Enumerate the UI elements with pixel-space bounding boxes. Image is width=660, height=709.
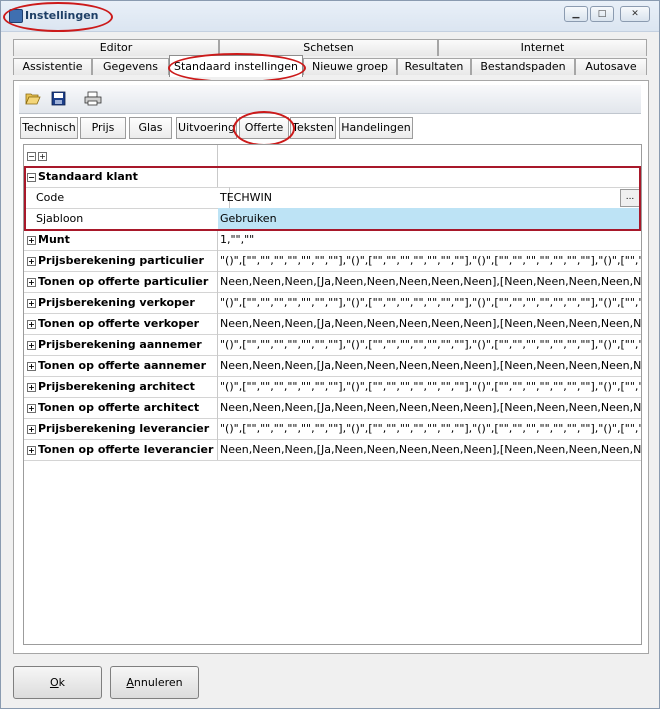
cancel-mnemonic: A	[126, 676, 134, 689]
property-name: Prijsberekening leverancier	[38, 422, 210, 435]
tab-panel: Technisch Prijs Glas Uitvoering Offerte …	[13, 80, 649, 654]
tab-schetsen[interactable]: Schetsen	[219, 39, 438, 56]
tab-internet[interactable]: Internet	[438, 39, 647, 56]
property-name: Tonen op offerte verkoper	[38, 317, 200, 330]
property-row[interactable]: + Prijsberekening verkoper "()",["","","",…	[24, 292, 641, 314]
property-name: Prijsberekening verkoper	[38, 296, 195, 309]
property-name: Code	[24, 187, 230, 208]
property-name: Prijsberekening architect	[38, 380, 195, 393]
expand-icon[interactable]: +	[27, 382, 36, 392]
property-value-sjabloon[interactable]: Gebruiken	[218, 208, 641, 229]
property-value[interactable]: 1,"",""	[218, 229, 641, 250]
code-value: TECHWIN	[220, 191, 272, 204]
toolbar	[19, 85, 641, 114]
property-row[interactable]: + Tonen op offerte aannemer Neen,Neen,Neen…	[24, 355, 641, 377]
property-row[interactable]: + Tonen op offerte architect Neen,Neen,Nee…	[24, 397, 641, 419]
grid-header-value	[218, 145, 641, 166]
property-name: Tonen op offerte aannemer	[38, 359, 207, 372]
property-row[interactable]: + Prijsberekening aannemer "()",["","","",…	[24, 334, 641, 356]
expand-icon[interactable]: +	[27, 235, 36, 245]
property-name: Tonen op offerte architect	[38, 401, 200, 414]
expand-icon[interactable]: +	[27, 424, 36, 434]
property-name: Sjabloon	[24, 208, 230, 229]
subtab-offerte[interactable]: Offerte	[239, 117, 289, 139]
property-row[interactable]: + Tonen op offerte verkoper Neen,Neen,Neen…	[24, 313, 641, 335]
property-value[interactable]: "()",["","","","","","",""],"()",["","",…	[218, 250, 641, 271]
tab-gegevens[interactable]: Gegevens	[92, 58, 169, 75]
collapse-icon[interactable]: −	[27, 172, 36, 182]
grid-header-name: − +	[24, 145, 218, 166]
property-value-code[interactable]: TECHWIN...	[218, 187, 641, 208]
ok-label: k	[58, 676, 66, 689]
property-value[interactable]: Neen,Neen,Neen,[Ja,Neen,Neen,Neen,Neen,N…	[218, 355, 641, 376]
property-value[interactable]: "()",["","","","","","",""],"()",["","",…	[218, 418, 641, 439]
maximize-button[interactable]: □	[590, 6, 614, 22]
window-title: Instellingen	[25, 9, 99, 22]
cancel-button[interactable]: Annuleren	[110, 666, 199, 699]
ok-button[interactable]: Ok	[13, 666, 102, 699]
property-value[interactable]: "()",["","","","","","",""],"()",["","",…	[218, 334, 641, 355]
property-row[interactable]: + Tonen op offerte leverancier Neen,Neen,N…	[24, 439, 641, 461]
expand-icon[interactable]: +	[27, 403, 36, 413]
property-grid: − + − Standaard klant Code TECHWIN... Sjab…	[23, 144, 642, 645]
property-row[interactable]: + Prijsberekening particulier "()",["","",…	[24, 250, 641, 272]
collapse-all-icon[interactable]: −	[27, 151, 36, 161]
property-name: Tonen op offerte leverancier	[38, 443, 214, 456]
property-value[interactable]: Neen,Neen,Neen,[Ja,Neen,Neen,Neen,Neen,N…	[218, 439, 641, 460]
expand-icon[interactable]: +	[27, 445, 36, 455]
property-row[interactable]: + Prijsberekening leverancier "()",["","",…	[24, 418, 641, 440]
tab-editor[interactable]: Editor	[13, 39, 219, 56]
print-icon[interactable]	[84, 91, 102, 106]
property-value[interactable]: Neen,Neen,Neen,[Ja,Neen,Neen,Neen,Neen,N…	[218, 397, 641, 418]
property-row-code[interactable]: Code TECHWIN...	[24, 187, 641, 209]
expand-icon[interactable]: +	[27, 277, 36, 287]
tabs-row-top: Editor Schetsen Internet	[13, 39, 647, 56]
ok-mnemonic: O	[49, 676, 59, 689]
property-row[interactable]: + Munt 1,"",""	[24, 229, 641, 251]
cancel-label: nnuleren	[133, 676, 183, 689]
subtab-teksten[interactable]: Teksten	[290, 117, 336, 139]
tab-standaard-instellingen[interactable]: Standaard instellingen	[169, 55, 303, 77]
property-value[interactable]: "()",["","","","","","",""],"()",["","",…	[218, 376, 641, 397]
property-value[interactable]: "()",["","","","","","",""],"()",["","",…	[218, 292, 641, 313]
subtab-technisch[interactable]: Technisch	[20, 117, 78, 139]
property-name: Tonen op offerte particulier	[38, 275, 209, 288]
property-row-sjabloon[interactable]: Sjabloon Gebruiken	[24, 208, 641, 230]
folder-open-icon[interactable]	[25, 91, 41, 106]
title-bar: Instellingen ▁ □ ✕	[1, 1, 659, 32]
close-button[interactable]: ✕	[620, 6, 650, 22]
minimize-button[interactable]: ▁	[564, 6, 588, 22]
group-value	[218, 166, 641, 187]
group-row-standaard-klant[interactable]: − Standaard klant	[24, 166, 641, 188]
subtab-handelingen[interactable]: Handelingen	[339, 117, 413, 139]
expand-icon[interactable]: +	[27, 256, 36, 266]
grid-header-row: − +	[24, 145, 641, 167]
app-icon	[9, 9, 23, 23]
browse-button[interactable]: ...	[620, 189, 640, 207]
property-name: Prijsberekening aannemer	[38, 338, 202, 351]
tab-bestandspaden[interactable]: Bestandspaden	[471, 58, 575, 75]
expand-all-icon[interactable]: +	[38, 151, 47, 161]
property-name: Prijsberekening particulier	[38, 254, 204, 267]
subtab-prijs[interactable]: Prijs	[80, 117, 126, 139]
expand-icon[interactable]: +	[27, 361, 36, 371]
tab-nieuwe-groep[interactable]: Nieuwe groep	[303, 58, 397, 75]
save-icon[interactable]	[51, 91, 67, 106]
property-row[interactable]: + Tonen op offerte particulier Neen,Neen,N…	[24, 271, 641, 293]
expand-icon[interactable]: +	[27, 319, 36, 329]
tab-resultaten[interactable]: Resultaten	[397, 58, 471, 75]
property-value[interactable]: Neen,Neen,Neen,[Ja,Neen,Neen,Neen,Neen,N…	[218, 313, 641, 334]
settings-window: Instellingen ▁ □ ✕ Editor Schetsen Inter…	[0, 0, 660, 709]
subtab-glas[interactable]: Glas	[129, 117, 172, 139]
property-row[interactable]: + Prijsberekening architect "()",["","",""…	[24, 376, 641, 398]
expand-icon[interactable]: +	[27, 340, 36, 350]
property-name: Munt	[38, 233, 70, 246]
expand-icon[interactable]: +	[27, 298, 36, 308]
subtab-uitvoering[interactable]: Uitvoering	[176, 117, 237, 139]
tab-autosave[interactable]: Autosave	[575, 58, 647, 75]
tab-assistentie[interactable]: Assistentie	[13, 58, 92, 75]
tabs-row-bottom: Assistentie Gegevens Standaard instellin…	[13, 55, 647, 77]
property-value[interactable]: Neen,Neen,Neen,[Ja,Neen,Neen,Neen,Neen,N…	[218, 271, 641, 292]
group-label: Standaard klant	[38, 170, 138, 183]
